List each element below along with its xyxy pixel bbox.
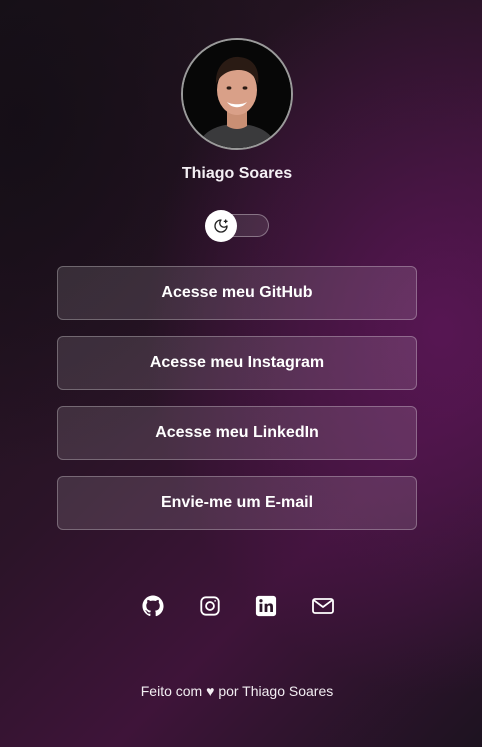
heart-icon: ♥ xyxy=(206,683,215,699)
instagram-link-button[interactable]: Acesse meu Instagram xyxy=(57,336,417,390)
footer-credit: Feito com ♥ por Thiago Soares xyxy=(0,683,474,699)
linkedin-link-button[interactable]: Acesse meu LinkedIn xyxy=(57,406,417,460)
footer-prefix: Feito com xyxy=(140,683,203,699)
toggle-knob[interactable] xyxy=(205,210,237,242)
social-icons xyxy=(140,593,336,619)
linkedin-icon[interactable] xyxy=(253,593,279,619)
github-icon[interactable] xyxy=(140,593,166,619)
footer-suffix: por Thiago Soares xyxy=(218,683,334,699)
email-link-button[interactable]: Envie-me um E-mail xyxy=(57,476,417,530)
avatar-photo xyxy=(183,40,291,148)
link-list: Acesse meu GitHub Acesse meu Instagram A… xyxy=(57,266,417,546)
theme-toggle[interactable] xyxy=(205,210,269,242)
instagram-icon[interactable] xyxy=(197,593,223,619)
profile-name: Thiago Soares xyxy=(181,165,293,182)
moon-stars-icon xyxy=(214,219,228,233)
github-link-button[interactable]: Acesse meu GitHub xyxy=(57,266,417,320)
avatar xyxy=(181,38,293,150)
link-page: Thiago Soares Acesse meu GitHub Acesse m… xyxy=(0,0,482,747)
mail-icon[interactable] xyxy=(310,593,336,619)
